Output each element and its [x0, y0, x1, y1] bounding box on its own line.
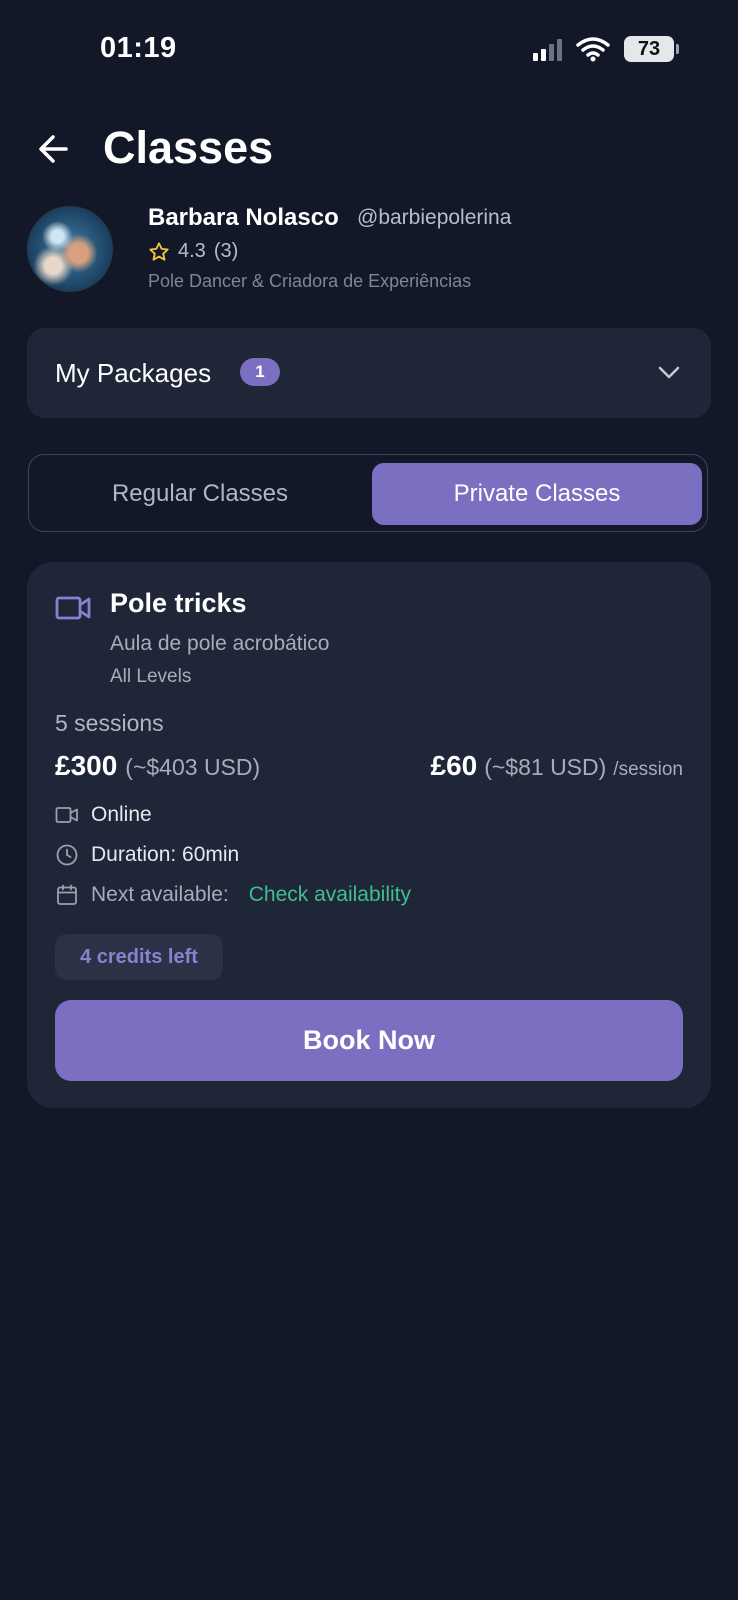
class-type-tabs: Regular Classes Private Classes: [28, 454, 708, 532]
rating-value: 4.3: [178, 240, 206, 262]
check-availability-link[interactable]: Check availability: [249, 883, 411, 907]
tab-private-classes[interactable]: Private Classes: [372, 463, 702, 525]
total-price: £300 (~$403 USD): [55, 750, 260, 782]
signal-icon: [533, 37, 562, 61]
clock-icon: [56, 844, 78, 866]
back-arrow-icon[interactable]: [34, 132, 76, 166]
instructor-name: Barbara Nolasco: [148, 204, 339, 231]
status-time: 01:19: [100, 32, 177, 64]
session-count: 5 sessions: [55, 710, 164, 736]
packages-label: My Packages: [55, 358, 212, 388]
per-session-label: /session: [613, 759, 683, 780]
packages-count-badge: 1: [240, 358, 280, 386]
instructor-bio: Pole Dancer & Criadora de Experiências: [148, 271, 472, 291]
session-price-value: £60: [430, 750, 478, 781]
status-bar: 01:19 73: [0, 0, 738, 100]
my-packages-dropdown[interactable]: My Packages 1: [27, 328, 711, 418]
total-price-usd: (~$403 USD): [125, 754, 261, 780]
rating: 4.3 (3): [148, 240, 238, 263]
class-duration: Duration: 60min: [91, 843, 240, 866]
wifi-icon: [576, 37, 610, 62]
avatar[interactable]: [27, 206, 113, 292]
status-icons: 73: [533, 36, 679, 62]
total-price-value: £300: [55, 750, 118, 781]
next-available-row: Next available: Check availability: [55, 883, 411, 907]
header: Classes: [0, 118, 738, 180]
instructor-profile: Barbara Nolasco @barbiepolerina 4.3 (3) …: [27, 204, 727, 296]
chevron-down-icon: [658, 366, 680, 379]
video-camera-icon: [55, 807, 78, 823]
class-mode: Online: [91, 803, 152, 826]
tab-regular-classes[interactable]: Regular Classes: [35, 463, 365, 525]
battery-icon: 73: [624, 36, 679, 62]
star-icon: [149, 241, 169, 261]
page-title: Classes: [103, 122, 274, 173]
instructor-handle: @barbiepolerina: [357, 206, 512, 229]
class-level: All Levels: [110, 666, 192, 687]
session-price-usd: (~$81 USD): [484, 754, 607, 780]
book-now-button[interactable]: Book Now: [55, 1000, 683, 1081]
class-mode-row: Online: [55, 803, 152, 827]
next-available-label: Next available:: [91, 883, 229, 906]
class-subtitle: Aula de pole acrobático: [110, 632, 330, 655]
class-duration-row: Duration: 60min: [55, 843, 239, 867]
rating-count: (3): [213, 240, 239, 262]
video-camera-icon: [55, 596, 91, 620]
class-title: Pole tricks: [110, 588, 247, 618]
class-card: Pole tricks Aula de pole acrobático All …: [27, 562, 711, 1108]
session-price: £60 (~$81 USD) /session: [431, 750, 684, 782]
credits-badge: 4 credits left: [55, 934, 223, 980]
calendar-icon: [57, 884, 77, 905]
